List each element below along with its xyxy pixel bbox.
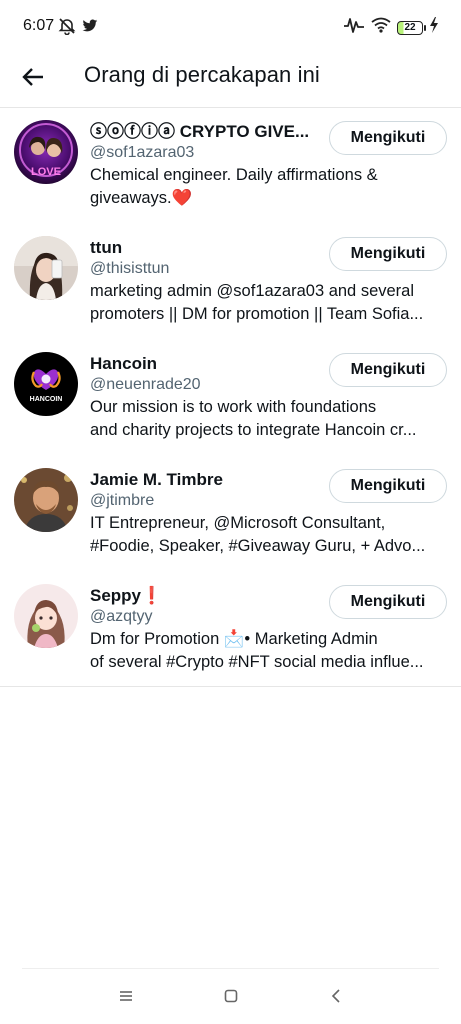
- following-button[interactable]: Mengikuti: [329, 585, 447, 619]
- status-bar: 6:07 22: [0, 0, 461, 52]
- charging-bolt-icon: [429, 17, 439, 38]
- user-handle: @thisisttun: [90, 260, 170, 277]
- activity-pulse-icon: [343, 16, 365, 39]
- user-display-name: ttun: [90, 238, 123, 257]
- list-item[interactable]: ttun @thisisttun Mengikuti marketing adm…: [0, 224, 461, 340]
- user-bio: IT Entrepreneur, @Microsoft Consultant, …: [90, 512, 446, 558]
- bio-line: Our mission is to work with foundations: [90, 398, 377, 416]
- home-button[interactable]: [217, 984, 245, 1012]
- following-button[interactable]: Mengikuti: [329, 237, 447, 271]
- list-item[interactable]: HANCOIN Hancoin @neuenrade20 Mengikuti O…: [0, 340, 461, 456]
- following-button[interactable]: Mengikuti: [329, 353, 447, 387]
- list-item[interactable]: Seppy❗ @azqtyy Mengikuti Dm for Promotio…: [0, 572, 461, 686]
- avatar[interactable]: [14, 584, 78, 648]
- mute-alarm-icon: [58, 17, 76, 40]
- user-bio: Dm for Promotion 📩• Marketing Admin of s…: [90, 628, 446, 674]
- system-nav-bar: [0, 970, 461, 1024]
- following-button[interactable]: Mengikuti: [329, 469, 447, 503]
- user-bio: Our mission is to work with foundations …: [90, 396, 446, 442]
- avatar[interactable]: LOVE: [14, 120, 78, 184]
- bio-line: Chemical engineer. Daily affirmations &: [90, 166, 378, 184]
- user-handle: @azqtyy: [90, 608, 153, 625]
- menu-button[interactable]: [112, 984, 140, 1012]
- status-time: 6:07: [23, 17, 55, 34]
- arrow-left-icon: [22, 67, 44, 92]
- list-item[interactable]: Jamie M. Timbre @jtimbre Mengikuti IT En…: [0, 456, 461, 572]
- user-bio: marketing admin @sof1azara03 and several…: [90, 280, 446, 326]
- user-handle: @jtimbre: [90, 492, 155, 509]
- avatar[interactable]: [14, 236, 78, 300]
- user-list: LOVE ⓢⓞⓕⓘⓐ CRYPTO GIVE... @sof1azara03 M…: [0, 108, 461, 687]
- avatar[interactable]: [14, 468, 78, 532]
- user-handle: @sof1azara03: [90, 144, 195, 161]
- following-button[interactable]: Mengikuti: [329, 121, 447, 155]
- battery-icon: 22: [397, 20, 426, 35]
- bio-line: Dm for Promotion 📩• Marketing Admin: [90, 630, 378, 648]
- bio-line: of several #Crypto #NFT social media inf…: [90, 653, 424, 671]
- bio-line: promoters || DM for promotion || Team So…: [90, 305, 424, 323]
- user-bio: Chemical engineer. Daily affirmations & …: [90, 164, 446, 210]
- svg-text:LOVE: LOVE: [31, 166, 61, 178]
- user-display-name: ⓢⓞⓕⓘⓐ CRYPTO GIVE...: [90, 122, 310, 141]
- menu-icon: [118, 989, 134, 1008]
- bio-line: giveaways.❤️: [90, 189, 193, 207]
- wifi-icon: [371, 17, 391, 38]
- svg-text:HANCOIN: HANCOIN: [30, 396, 63, 403]
- list-item[interactable]: LOVE ⓢⓞⓕⓘⓐ CRYPTO GIVE... @sof1azara03 M…: [0, 108, 461, 224]
- bio-line: marketing admin @sof1azara03 and several: [90, 282, 415, 300]
- user-display-name: Seppy❗: [90, 586, 163, 605]
- twitter-bird-icon: [82, 19, 98, 38]
- home-square-icon: [223, 988, 239, 1009]
- app-header: Orang di percakapan ini: [0, 52, 461, 108]
- nav-back-button[interactable]: [322, 984, 350, 1012]
- back-button[interactable]: [14, 60, 52, 98]
- bio-line: IT Entrepreneur, @Microsoft Consultant,: [90, 514, 386, 532]
- user-handle: @neuenrade20: [90, 376, 201, 393]
- back-chevron-icon: [329, 988, 343, 1009]
- user-display-name: Hancoin: [90, 354, 158, 373]
- user-display-name: Jamie M. Timbre: [90, 470, 223, 489]
- bio-line: and charity projects to integrate Hancoi…: [90, 421, 417, 439]
- avatar[interactable]: HANCOIN: [14, 352, 78, 416]
- nav-divider: [22, 968, 439, 969]
- page-title: Orang di percakapan ini: [84, 62, 320, 87]
- bio-line: #Foodie, Speaker, #Giveaway Guru, + Advo…: [90, 537, 426, 555]
